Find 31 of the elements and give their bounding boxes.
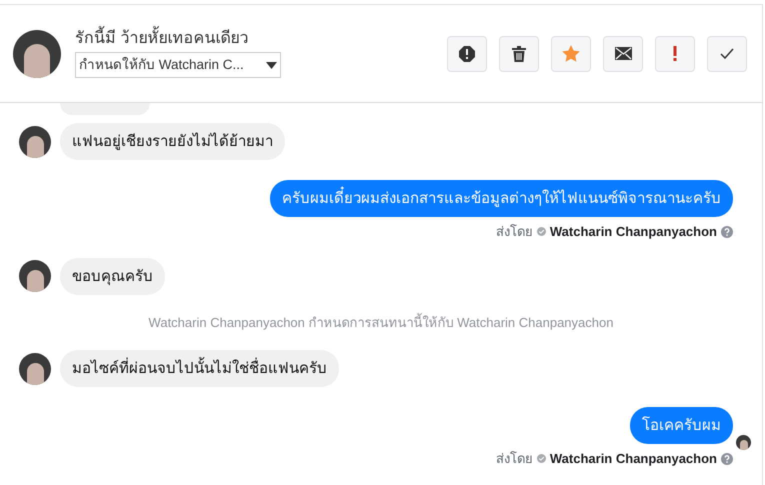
mark-unread-button[interactable] [603,36,643,72]
message-bubble: มอไซค์ที่ผ่อนจบไปนั้นไม่ใช่ชื่อแฟนครับ [60,350,339,387]
assign-dropdown[interactable]: กำหนดให้กับ Watcharin C... [75,52,281,78]
exclamation-mark-icon [673,46,677,61]
exclamation-icon [459,46,475,62]
sender-name: Watcharin Chanpanyachon [550,223,717,241]
report-button[interactable] [447,36,487,72]
avatar [13,30,61,78]
system-message: Watcharin Chanpanyachon กำหนดการสนทนานี้ให้กับ Watcharin Chanpanyachon [148,312,614,332]
checkmark-icon [720,48,734,59]
sender-name: Watcharin Chanpanyachon [550,450,717,468]
check-circle-icon [536,227,546,236]
star-button[interactable] [551,36,591,72]
avatar [19,260,51,292]
caret-icon [266,62,277,68]
avatar [19,352,51,384]
delete-button[interactable] [499,36,539,72]
important-button[interactable] [655,36,695,72]
message-bubble: ครับผมเดี๋ยวผมส่งเอกสารและข้อมูลต่างๆให้ไฟแนนซ์พิจารณานะครับ [270,180,733,217]
sent-by-label: ส่งโดย [496,450,533,468]
star-icon [562,45,580,62]
check-circle-icon [536,454,546,464]
message-bubble: ขอบคุณครับ [60,258,165,294]
message-bubble: แฟนอยู่เชียงรายยังไม่ได้ย้ายมา [60,123,285,160]
avatar [19,126,51,158]
envelope-icon [614,47,632,60]
sent-by-label: ส่งโดย [496,223,533,241]
trash-icon [512,46,526,62]
help-icon [721,226,733,238]
help-icon [721,452,733,465]
message-bubble: โอเคครับผม [630,407,733,444]
